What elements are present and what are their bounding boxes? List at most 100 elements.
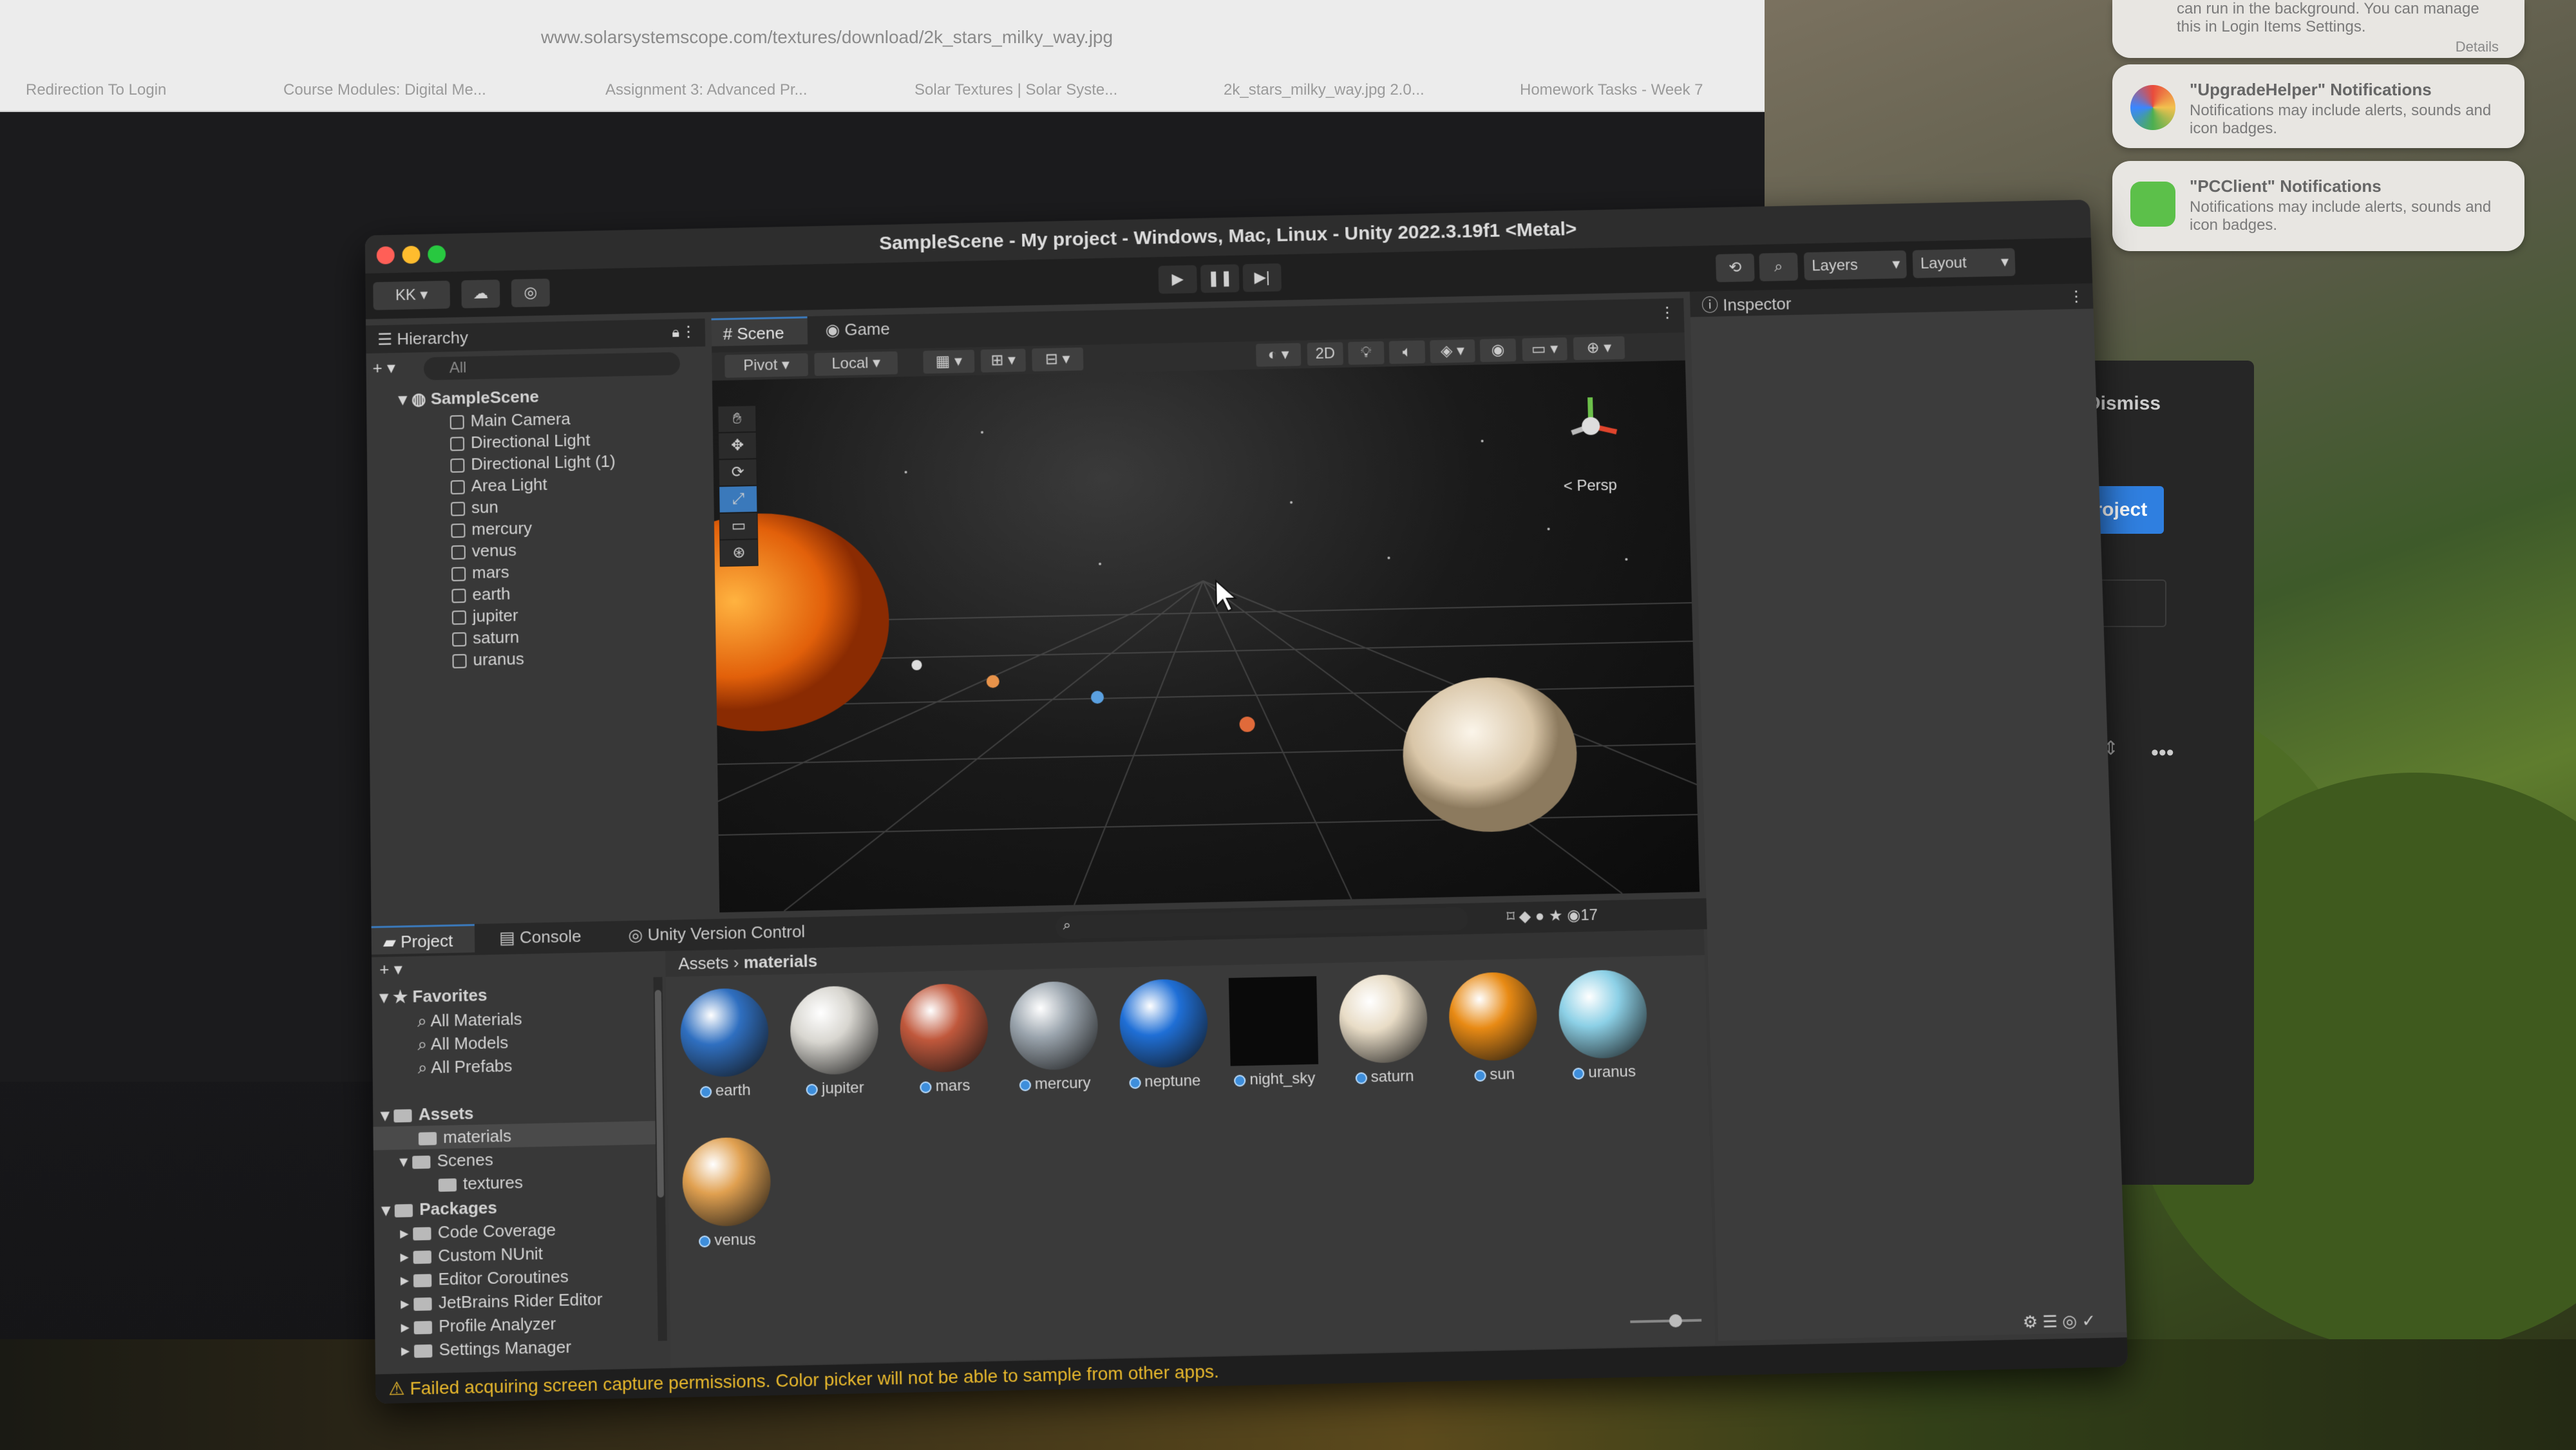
hierarchy-item[interactable]: earth <box>451 583 511 606</box>
hierarchy-item[interactable]: Area Light <box>450 473 547 497</box>
package-item[interactable]: ▸ Editor Coroutines <box>401 1265 569 1292</box>
hierarchy-item[interactable]: Directional Light (1) <box>450 450 616 475</box>
history-icon[interactable]: ⟲ <box>1715 253 1755 283</box>
orientation-gizmo[interactable] <box>1571 397 1616 435</box>
play-button[interactable]: ▶ <box>1158 265 1197 294</box>
material-asset[interactable]: mercury <box>1008 981 1101 1094</box>
create-asset-button[interactable]: + ▾ <box>379 959 402 980</box>
lock-icon[interactable]: 🔒︎ <box>672 324 679 341</box>
kebab-menu-icon[interactable]: ⋮ <box>2069 287 2085 306</box>
hierarchy-item[interactable]: mars <box>451 561 509 584</box>
kebab-menu-icon[interactable]: ⋮ <box>1660 303 1676 322</box>
material-asset[interactable]: saturn <box>1337 974 1430 1087</box>
hierarchy-search-input[interactable]: All <box>423 352 680 381</box>
package-item[interactable]: ▸ JetBrains Rider Editor <box>401 1287 603 1315</box>
move-tool-icon[interactable]: ✥ <box>717 431 757 460</box>
hierarchy-item[interactable]: saturn <box>452 626 519 649</box>
tab-game[interactable]: ◉ Game <box>813 314 902 344</box>
package-item[interactable]: ▸ Settings Manager <box>401 1335 571 1362</box>
browser-tab[interactable]: 2k_stars_milky_way.jpg 2.0... <box>1224 76 1425 104</box>
hierarchy-item[interactable]: sun <box>451 496 498 518</box>
icon-size-slider[interactable] <box>1630 1314 1702 1328</box>
favorite-item[interactable]: ⌕ All Models <box>417 1031 508 1056</box>
grid-snap-icon[interactable]: ▦ ▾ <box>923 350 975 374</box>
breadcrumb-assets[interactable]: Assets <box>678 953 729 974</box>
material-asset[interactable]: sun <box>1447 971 1540 1085</box>
tab-console[interactable]: ▤ Console <box>488 921 593 952</box>
material-asset[interactable]: night_sky <box>1227 976 1320 1089</box>
more-options-icon[interactable]: ••• <box>2151 740 2174 766</box>
tree-scrollbar[interactable] <box>653 977 667 1341</box>
account-dropdown[interactable]: KK ▾ <box>373 280 450 310</box>
tab-version-control[interactable]: ◎ Unity Version Control <box>616 917 817 950</box>
browser-tab[interactable]: Course Modules: Digital Me... <box>283 76 486 104</box>
dismiss-button[interactable]: Dismiss <box>2087 393 2161 415</box>
layout-dropdown[interactable]: Layout ▾ <box>1912 248 2016 278</box>
material-asset[interactable]: earth <box>679 987 771 1101</box>
pivot-dropdown[interactable]: Pivot ▾ <box>724 353 808 378</box>
hierarchy-item[interactable]: Main Camera <box>450 408 571 432</box>
toggle-2d-button[interactable]: 2D <box>1307 342 1343 366</box>
favorite-item[interactable]: ⌕ All Materials <box>417 1007 522 1033</box>
assets-folder[interactable]: ▾ Assets <box>381 1102 474 1127</box>
lighting-icon[interactable]: 💡︎ <box>1348 341 1385 365</box>
tab-scene[interactable]: # Scene <box>711 316 808 346</box>
effects-icon[interactable]: ◈ ▾ <box>1430 339 1475 364</box>
packages-folder[interactable]: ▾ Packages <box>381 1196 498 1221</box>
step-button[interactable]: ▶| <box>1242 263 1282 292</box>
add-object-button[interactable]: + ▾ <box>372 357 411 381</box>
kebab-menu-icon[interactable]: ⋮ <box>681 323 696 341</box>
browser-tab[interactable]: Assignment 3: Advanced Pr... <box>605 76 808 104</box>
package-item[interactable]: ▸ Code Coverage <box>400 1218 556 1245</box>
hierarchy-item[interactable]: uranus <box>452 648 524 671</box>
material-asset[interactable]: venus <box>681 1136 773 1250</box>
grid-icon[interactable]: ⊞ ▾ <box>980 348 1026 373</box>
tab-inspector[interactable]: ⓘ Inspector <box>1690 289 1803 319</box>
camera-icon[interactable]: ▭ ▾ <box>1522 337 1567 362</box>
tab-project[interactable]: ▰ Project <box>371 924 475 955</box>
package-item[interactable]: ▸ Profile Analyzer <box>401 1312 556 1339</box>
status-icons[interactable]: ⚙ ☰ ◎ ✓ <box>2022 1311 2096 1333</box>
increment-snap-icon[interactable]: ⊟ ▾ <box>1032 347 1084 372</box>
mars-object[interactable] <box>1239 716 1255 733</box>
jupiter-object[interactable] <box>1401 675 1579 834</box>
scale-tool-icon[interactable]: ⤢ <box>719 485 758 513</box>
hierarchy-item[interactable]: venus <box>451 539 516 562</box>
collab-icon[interactable]: ◎ <box>511 278 550 308</box>
notification-upgradehelper[interactable]: "UpgradeHelper" Notifications Notificati… <box>2112 64 2524 148</box>
local-dropdown[interactable]: Local ▾ <box>814 351 898 376</box>
scrollbar-thumb[interactable] <box>654 990 664 1198</box>
earth-object[interactable] <box>1090 690 1104 704</box>
favorites-header[interactable]: ▾ ★ Favorites <box>379 983 487 1009</box>
scene-viewport[interactable]: < Persp ✋︎ ✥ ⟳ ⤢ ▭ ⊛ <box>712 360 1700 913</box>
tab-hierarchy[interactable]: ☰ Hierarchy <box>366 323 480 353</box>
scenes-folder[interactable]: ▾ Scenes <box>399 1148 493 1173</box>
textures-folder[interactable]: textures <box>438 1171 524 1196</box>
browser-tab[interactable]: Redirection To Login <box>26 76 166 104</box>
slider-handle[interactable] <box>1669 1314 1683 1328</box>
browser-url[interactable]: www.solarsystemscope.com/textures/downlo… <box>541 21 1314 54</box>
breadcrumb-materials[interactable]: materials <box>743 951 817 972</box>
shading-mode-icon[interactable]: ◐ ▾ <box>1256 343 1302 367</box>
layers-dropdown[interactable]: Layers ▾ <box>1803 250 1907 281</box>
details-link[interactable]: Details <box>2456 39 2499 55</box>
material-asset[interactable]: neptune <box>1117 978 1210 1092</box>
hierarchy-item[interactable]: mercury <box>451 517 532 540</box>
notification-login-items[interactable]: can run in the background. You can manag… <box>2112 0 2524 58</box>
filter-icons[interactable]: ⌑ ◆ ● ★ ◉17 <box>1506 906 1598 927</box>
scene-root[interactable]: ▾ ◍ SampleScene <box>399 386 539 410</box>
transform-tool-icon[interactable]: ⊛ <box>719 539 759 567</box>
rect-tool-icon[interactable]: ▭ <box>719 512 759 540</box>
package-item[interactable]: ▸ Custom NUnit <box>400 1241 543 1268</box>
hierarchy-item[interactable]: jupiter <box>451 604 518 627</box>
hand-tool-icon[interactable]: ✋︎ <box>717 405 757 433</box>
material-asset[interactable]: jupiter <box>788 985 880 1098</box>
material-asset[interactable]: uranus <box>1557 969 1650 1082</box>
projection-label[interactable]: < Persp <box>1563 476 1617 495</box>
favorite-item[interactable]: ⌕ All Prefabs <box>418 1054 513 1079</box>
venus-object[interactable] <box>986 675 999 688</box>
material-asset[interactable]: mars <box>898 983 990 1097</box>
pause-button[interactable]: ❚❚ <box>1200 264 1240 293</box>
audio-icon[interactable]: 🔈︎ <box>1388 340 1426 364</box>
visibility-icon[interactable]: ◉ <box>1479 338 1517 362</box>
